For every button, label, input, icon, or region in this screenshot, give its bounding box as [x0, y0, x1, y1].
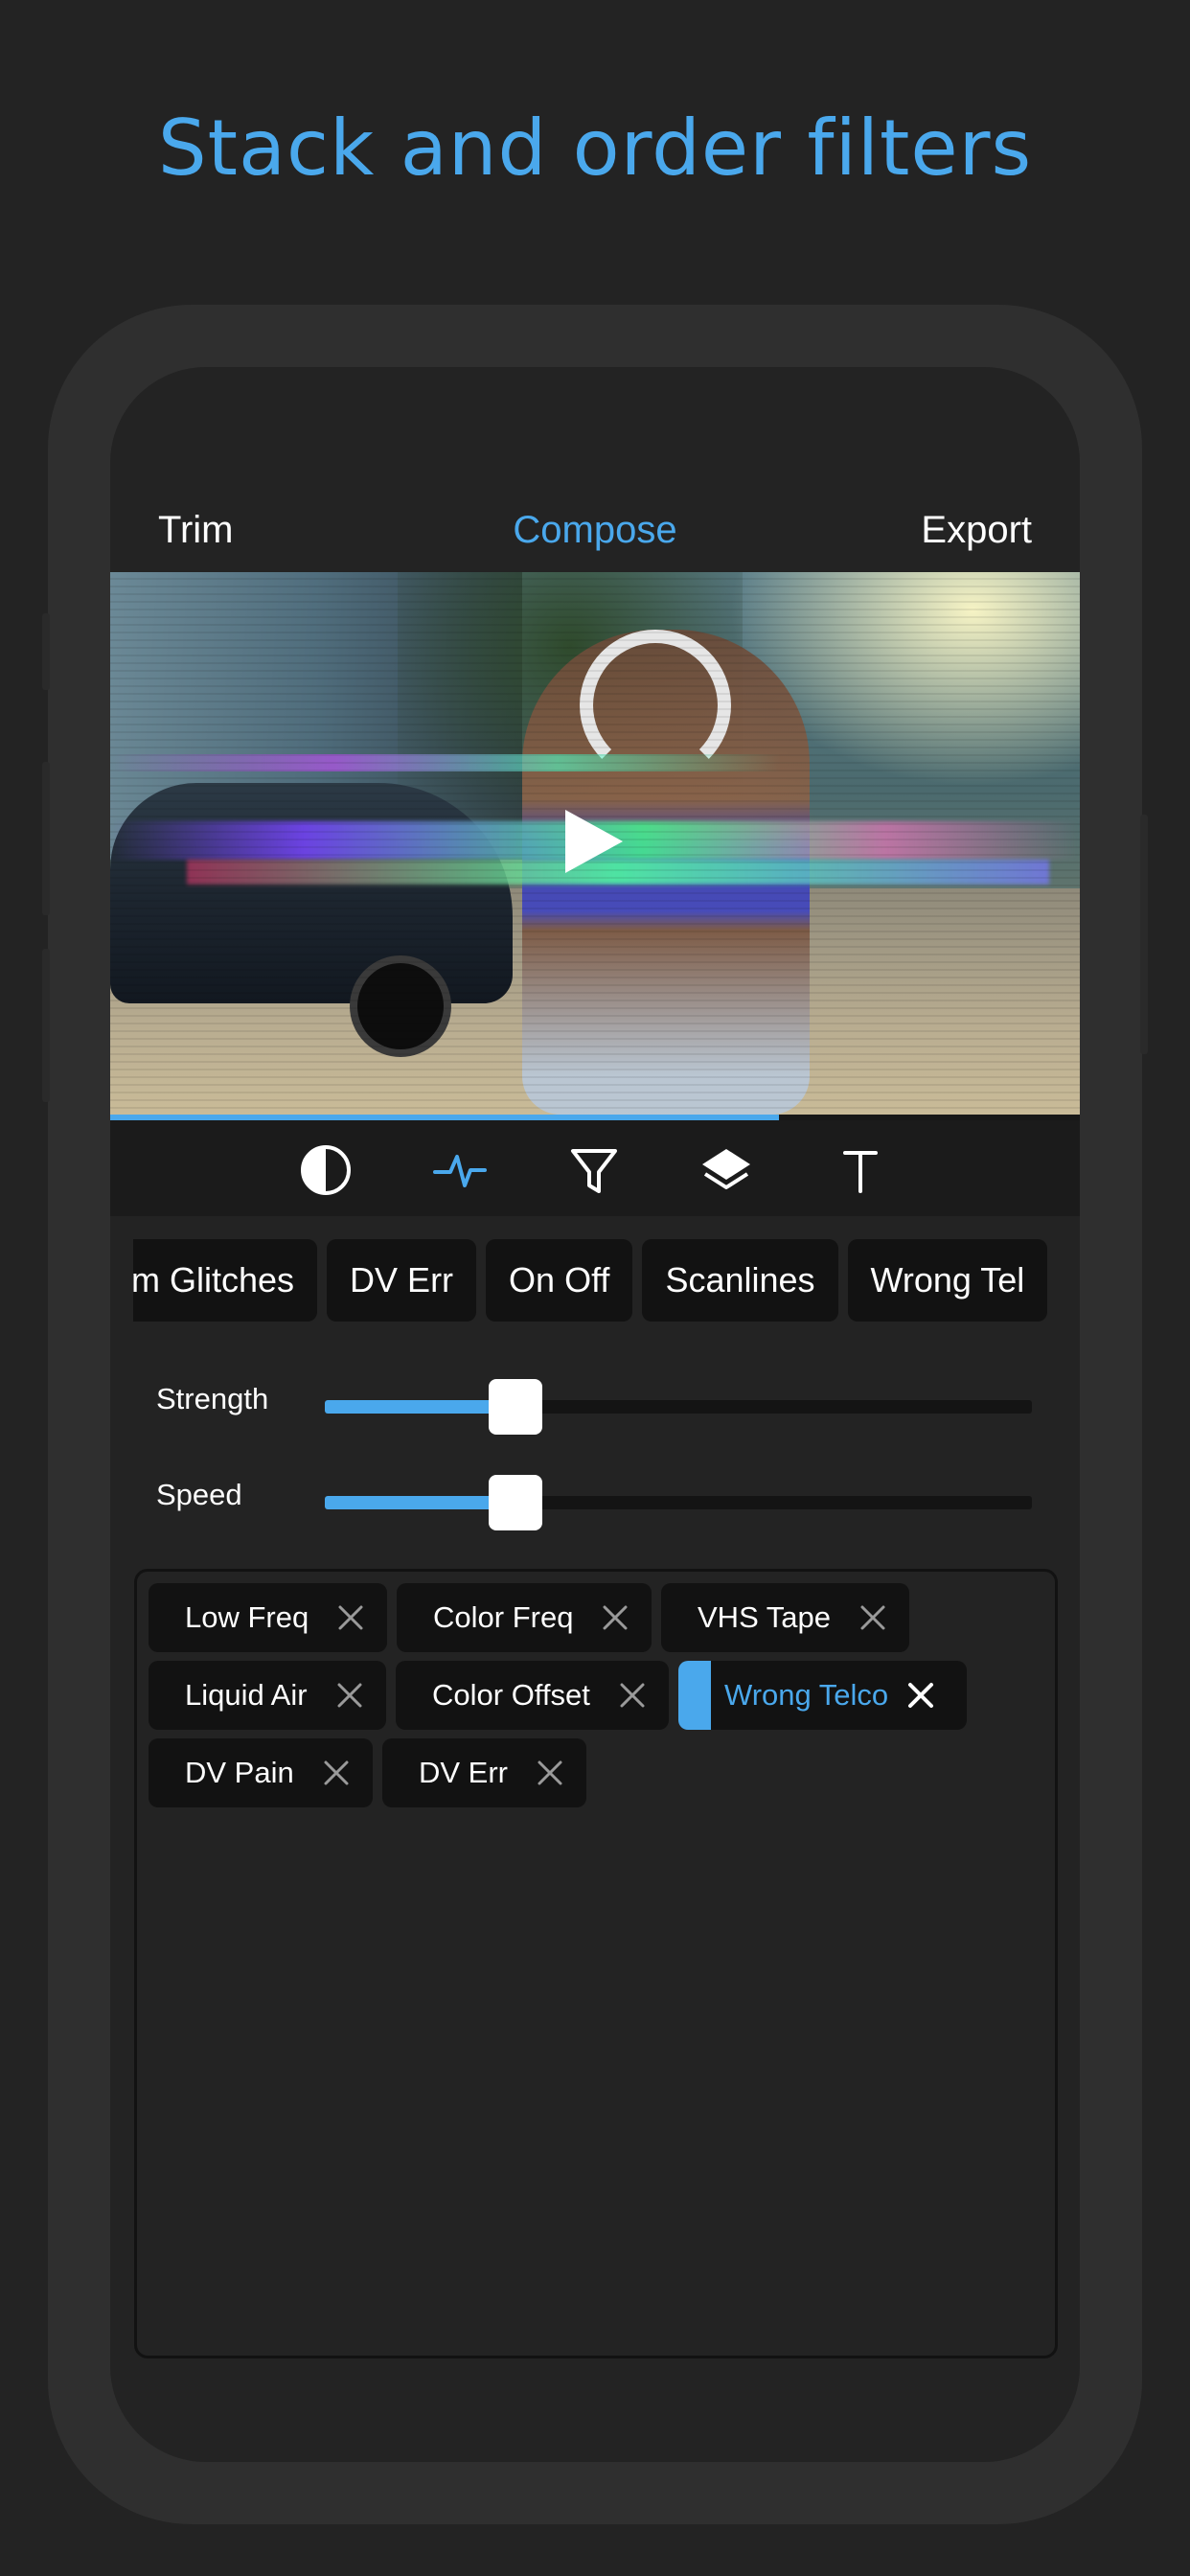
layers-icon[interactable] — [698, 1141, 755, 1199]
top-navigation: Trim Compose Export — [110, 492, 1080, 568]
stack-filter-chip[interactable]: Low Freq — [149, 1583, 387, 1652]
filter-chip[interactable]: On Off — [486, 1239, 633, 1322]
strength-label: Strength — [156, 1382, 269, 1415]
speed-slider[interactable] — [325, 1475, 1032, 1530]
stack-filter-label: DV Err — [419, 1756, 508, 1789]
filter-chip[interactable]: Scanlines — [642, 1239, 838, 1322]
headline: Stack and order filters — [157, 104, 1033, 193]
remove-filter-icon[interactable] — [335, 1602, 366, 1633]
stack-filter-label: VHS Tape — [698, 1600, 832, 1634]
stack-filter-label: DV Pain — [185, 1756, 294, 1789]
nav-export[interactable]: Export — [921, 492, 1032, 568]
nav-compose[interactable]: Compose — [513, 509, 676, 551]
strength-slider-fill — [325, 1400, 516, 1414]
strength-slider[interactable] — [325, 1379, 1032, 1435]
stack-filter-chip[interactable]: Color Offset — [396, 1661, 669, 1730]
filter-chip-strip: m Glitches DV Err On Off Scanlines Wrong Tel — [133, 1239, 1057, 1322]
phone-side-button — [42, 613, 50, 690]
play-icon[interactable] — [565, 810, 623, 873]
stack-filter-label: Low Freq — [185, 1600, 309, 1634]
filter-chip[interactable]: m Glitches — [133, 1239, 318, 1322]
stack-filter-chip[interactable]: Wrong Telco — [678, 1661, 967, 1730]
phone-screen: Trim Compose Export m Glitches DV Err On… — [110, 367, 1080, 2462]
stack-filter-chip[interactable]: DV Err — [382, 1738, 586, 1807]
filter-chip[interactable]: DV Err — [327, 1239, 477, 1322]
stack-filter-label: Wrong Telco — [724, 1678, 889, 1712]
stack-filter-chip[interactable]: Color Freq — [397, 1583, 652, 1652]
phone-side-button — [42, 762, 50, 915]
contrast-icon[interactable] — [297, 1141, 355, 1199]
speed-label: Speed — [156, 1478, 242, 1511]
filter-chip-row[interactable]: m Glitches DV Err On Off Scanlines Wrong Tel — [133, 1239, 1057, 1325]
tool-bar — [110, 1120, 1080, 1216]
stack-filter-label: Color Offset — [432, 1678, 590, 1712]
remove-filter-icon[interactable] — [617, 1680, 648, 1711]
drag-handle[interactable] — [678, 1661, 711, 1730]
stack-filter-label: Color Freq — [433, 1600, 574, 1634]
remove-filter-icon[interactable] — [321, 1758, 352, 1788]
text-icon[interactable] — [832, 1141, 889, 1199]
remove-filter-icon[interactable] — [905, 1680, 936, 1711]
speed-slider-fill — [325, 1496, 516, 1509]
stack-filter-chip[interactable]: VHS Tape — [661, 1583, 909, 1652]
strength-slider-thumb[interactable] — [489, 1379, 543, 1435]
remove-filter-icon[interactable] — [334, 1680, 365, 1711]
filter-chip[interactable]: Wrong Tel — [847, 1239, 1048, 1322]
speed-slider-thumb[interactable] — [489, 1475, 543, 1530]
waveform-icon[interactable] — [431, 1141, 489, 1199]
nav-trim[interactable]: Trim — [158, 492, 233, 568]
filter-stack-panel: Low Freq Color Freq VHS Tape Liquid Air Colo… — [134, 1569, 1058, 2358]
phone-side-button — [1140, 815, 1148, 1054]
remove-filter-icon[interactable] — [535, 1758, 565, 1788]
stack-filter-label: Liquid Air — [185, 1678, 308, 1712]
filter-funnel-icon[interactable] — [565, 1141, 623, 1199]
phone-side-button — [42, 949, 50, 1102]
video-preview[interactable] — [110, 572, 1080, 1115]
remove-filter-icon[interactable] — [858, 1602, 888, 1633]
stack-filter-chip[interactable]: Liquid Air — [149, 1661, 386, 1730]
remove-filter-icon[interactable] — [600, 1602, 630, 1633]
stack-filter-chip[interactable]: DV Pain — [149, 1738, 373, 1807]
